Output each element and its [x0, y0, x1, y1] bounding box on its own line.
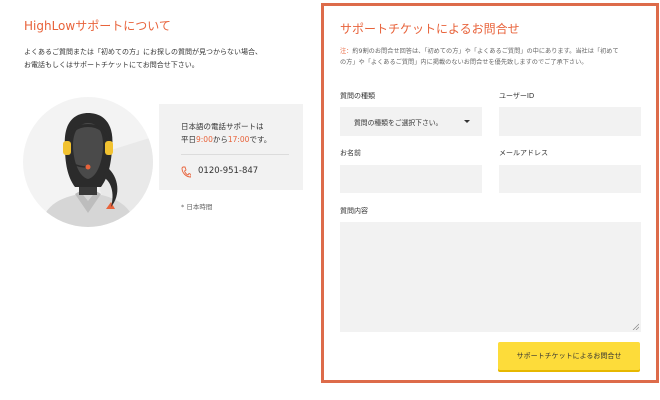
hours-mid: から	[212, 135, 228, 144]
note-text: 約9割のお問合せ回答は、「初めての方」や「よくあるご質問」の中にあります。当社は…	[352, 48, 619, 55]
hours-start: 9:00	[196, 135, 213, 144]
email-label: メールアドレス	[499, 149, 548, 157]
note-line: の方」や「よくあるご質問」内に掲載のないお問合せを優先致しますのでご了承下さい。	[340, 59, 588, 66]
chevron-down-icon	[464, 120, 470, 123]
question-type-select[interactable]: 質問の種類をご選択下さい。	[340, 107, 482, 136]
note-line: 注：約9割のお問合せ回答は、「初めての方」や「よくあるご質問」の中にあります。当…	[340, 46, 645, 57]
support-info-section: HighLowサポートについて よくあるご質問または「初めての方」にお探しの質問…	[0, 0, 316, 400]
name-label: お名前	[340, 149, 361, 157]
phone-card-divider	[181, 154, 289, 155]
hours-prefix: 平日	[181, 135, 196, 144]
phone-hours-text: 平日9:00から17:00です。	[181, 134, 271, 145]
question-content-textarea[interactable]	[340, 222, 641, 332]
support-operator-avatar	[23, 97, 153, 227]
phone-number[interactable]: 0120-951-847	[198, 166, 258, 176]
support-ticket-form: サポートチケットによるお問合せ 注：約9割のお問合せ回答は、「初めての方」や「よ…	[321, 3, 659, 383]
question-type-value: 質問の種類をご選択下さい。	[354, 119, 443, 127]
hours-end: 17:00	[227, 135, 250, 144]
user-id-label: ユーザーID	[499, 92, 535, 100]
user-id-field[interactable]	[499, 107, 641, 136]
support-ticket-note: 注：約9割のお問合せ回答は、「初めての方」や「よくあるご質問」の中にあります。当…	[340, 46, 645, 68]
support-info-title: HighLowサポートについて	[24, 19, 171, 33]
phone-icon	[181, 166, 191, 178]
support-info-desc-line: お電話もしくはサポートチケットにてお問合せ下さい。	[24, 61, 199, 69]
hours-suffix: です。	[249, 135, 272, 144]
support-info-description: よくあるご質問または「初めての方」にお探しの質問が見つからない場合、 お電話もし…	[24, 46, 314, 72]
name-field[interactable]	[340, 165, 482, 193]
timezone-note: * 日本時間	[181, 203, 213, 211]
support-ticket-title: サポートチケットによるお問合せ	[340, 22, 520, 36]
note-prefix: 注：	[340, 48, 353, 55]
submit-ticket-button[interactable]: サポートチケットによるお問合せ	[498, 342, 640, 370]
support-info-desc-line: よくあるご質問または「初めての方」にお探しの質問が見つからない場合、	[24, 48, 262, 56]
email-field[interactable]	[499, 165, 641, 193]
question-content-label: 質問内容	[340, 207, 368, 215]
resize-handle-icon[interactable]	[632, 323, 639, 330]
phone-service-text: 日本語の電話サポートは	[181, 122, 264, 131]
question-type-label: 質問の種類	[340, 92, 375, 100]
